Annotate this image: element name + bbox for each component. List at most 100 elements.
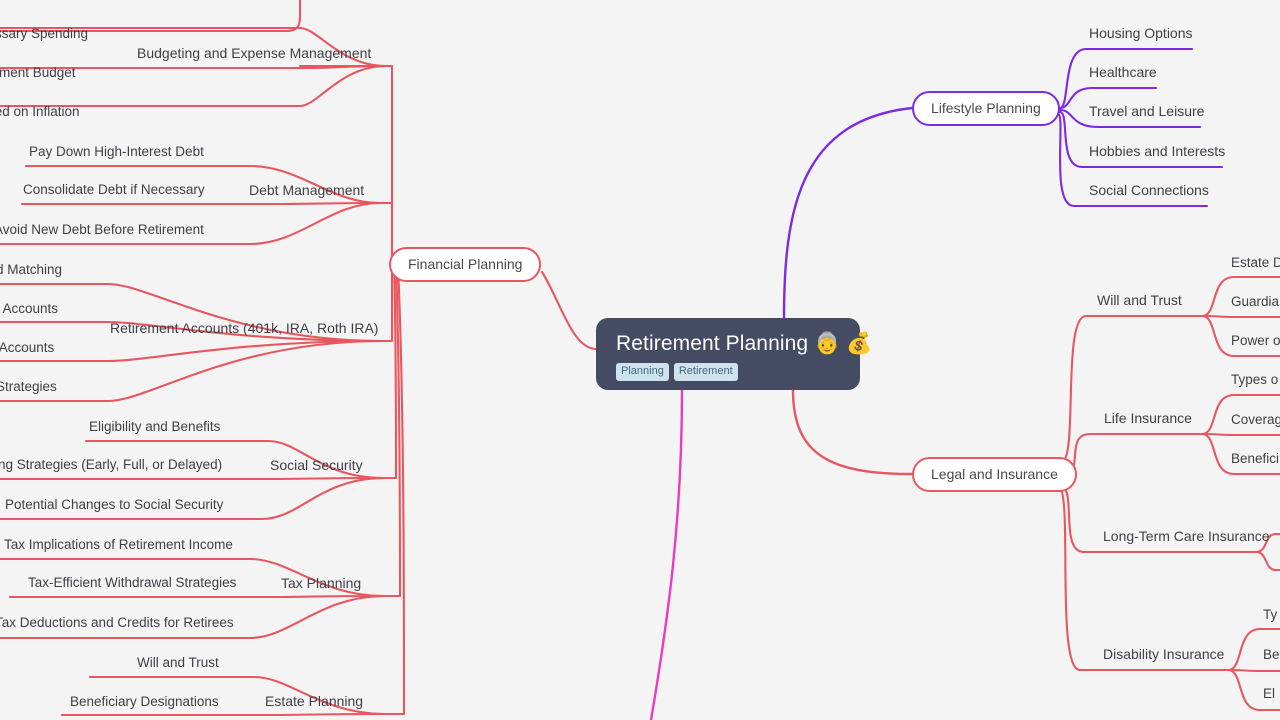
node-disability-child-1[interactable]: Ty xyxy=(1263,606,1277,623)
node-label: Healthcare xyxy=(1089,64,1157,80)
node-socialsec-child-2[interactable]: ling Strategies (Early, Full, or Delayed… xyxy=(0,456,222,473)
link-di-c2 xyxy=(1226,668,1280,673)
node-estate-child-2[interactable]: Beneficiary Designations xyxy=(70,693,219,710)
node-debt-child-3[interactable]: Avoid New Debt Before Retirement xyxy=(0,221,204,238)
link-tax-c2 xyxy=(8,594,386,599)
node-label: Tax-Efficient Withdrawal Strategies xyxy=(28,575,237,590)
node-label: Benefici xyxy=(1231,451,1280,466)
node-budgeting-child-2[interactable]: rement Budget xyxy=(0,64,76,81)
node-healthcare[interactable]: Healthcare xyxy=(1089,64,1157,81)
root-tag-planning[interactable]: Planning xyxy=(616,363,669,381)
node-label: Ty xyxy=(1263,607,1278,622)
node-label: Potential Changes to Social Security xyxy=(5,497,224,512)
branch-label-legal-and-insurance: Legal and Insurance xyxy=(931,466,1058,482)
node-label: Retirement Accounts (401k, IRA, Roth IRA… xyxy=(110,320,379,336)
node-label: Hobbies and Interests xyxy=(1089,143,1226,159)
node-estate-child-1[interactable]: Will and Trust xyxy=(137,654,219,671)
node-retaccts-child-1[interactable]: d Matching xyxy=(0,261,62,278)
link-fp-estate xyxy=(396,264,406,716)
node-retaccts-child-4[interactable]: Strategies xyxy=(0,378,57,395)
node-label: ling Strategies (Early, Full, or Delayed… xyxy=(0,457,223,472)
node-social-connections[interactable]: Social Connections xyxy=(1089,182,1209,199)
link-ra-c4 xyxy=(0,339,386,403)
node-willtrust-child-3[interactable]: Power o xyxy=(1231,332,1280,349)
node-budgeting-child-1[interactable]: ssary Spending xyxy=(0,25,88,42)
link-lifeins-c2 xyxy=(1200,432,1280,437)
node-label: Avoid New Debt Before Retirement xyxy=(0,222,204,237)
mindmap-canvas: Retirement Planning 👵 💰 Planning Retirem… xyxy=(0,0,1280,720)
link-root-legal-insurance xyxy=(791,388,914,476)
node-label: rement Budget xyxy=(0,65,76,80)
node-label: Budgeting and Expense Management xyxy=(137,45,372,61)
node-budgeting-child-3[interactable]: sed on Inflation xyxy=(0,103,80,120)
node-label: sed on Inflation xyxy=(0,104,80,119)
node-label: Will and Trust xyxy=(137,655,219,670)
link-ra-c3 xyxy=(0,339,386,363)
node-label: Tax Deductions and Credits for Retirees xyxy=(0,615,234,630)
link-debt-c2 xyxy=(20,201,382,206)
node-label: Power o xyxy=(1231,333,1280,348)
node-debt-child-1[interactable]: Pay Down High-Interest Debt xyxy=(29,143,204,160)
node-estate-planning[interactable]: Estate Planning xyxy=(265,693,363,710)
link-ss-c2 xyxy=(0,476,386,481)
node-label: t Accounts xyxy=(0,340,55,355)
node-label: d Matching xyxy=(0,262,63,277)
node-housing-options[interactable]: Housing Options xyxy=(1089,25,1193,42)
node-lifeins-child-2[interactable]: Coverag xyxy=(1231,411,1280,428)
node-disability-insurance[interactable]: Disability Insurance xyxy=(1103,646,1224,663)
node-label: Disability Insurance xyxy=(1103,646,1225,662)
node-label: Coverag xyxy=(1231,412,1280,427)
node-label: Guardia xyxy=(1231,294,1280,309)
node-label: Housing Options xyxy=(1089,25,1193,41)
node-label: Will and Trust xyxy=(1097,292,1182,308)
root-node[interactable]: Retirement Planning 👵 💰 Planning Retirem… xyxy=(596,318,872,390)
node-label: ssary Spending xyxy=(0,26,89,41)
node-socialsec-child-3[interactable]: Potential Changes to Social Security xyxy=(5,496,223,513)
node-budgeting-and-expense-management[interactable]: Budgeting and Expense Management xyxy=(137,45,371,62)
node-willtrust-child-2[interactable]: Guardia xyxy=(1231,293,1279,310)
node-retaccts-child-3[interactable]: t Accounts xyxy=(0,339,54,356)
node-disability-child-2[interactable]: Be xyxy=(1263,646,1280,663)
node-social-security[interactable]: Social Security xyxy=(270,457,363,474)
node-socialsec-child-1[interactable]: Eligibility and Benefits xyxy=(89,418,220,435)
node-disability-child-3[interactable]: El xyxy=(1263,685,1275,702)
node-retirement-accounts[interactable]: Retirement Accounts (401k, IRA, Roth IRA… xyxy=(110,320,378,337)
branch-label-lifestyle-planning: Lifestyle Planning xyxy=(931,100,1041,116)
link-li-lifeins xyxy=(1066,432,1204,472)
node-tax-child-1[interactable]: Tax Implications of Retirement Income xyxy=(4,536,233,553)
node-label: Strategies xyxy=(0,379,57,394)
node-label: Be xyxy=(1263,647,1280,662)
node-label: Consolidate Debt if Necessary xyxy=(23,182,205,197)
link-ep-c2 xyxy=(60,712,388,717)
node-tax-planning[interactable]: Tax Planning xyxy=(281,575,361,592)
node-lifeins-child-1[interactable]: Types o xyxy=(1231,371,1278,388)
node-travel-and-leisure[interactable]: Travel and Leisure xyxy=(1089,103,1204,120)
node-long-term-care-insurance[interactable]: Long-Term Care Insurance xyxy=(1103,528,1270,545)
node-debt-management[interactable]: Debt Management xyxy=(249,182,364,199)
root-title: Retirement Planning 👵 💰 xyxy=(616,332,873,355)
node-retaccts-child-2[interactable]: n Accounts xyxy=(0,300,58,317)
branch-node-legal-and-insurance[interactable]: Legal and Insurance xyxy=(912,457,1077,492)
node-tax-child-2[interactable]: Tax-Efficient Withdrawal Strategies xyxy=(28,574,236,591)
node-will-and-trust[interactable]: Will and Trust xyxy=(1097,292,1182,309)
branch-node-financial-planning[interactable]: Financial Planning xyxy=(389,247,542,282)
link-root-financial-planning xyxy=(540,270,598,351)
node-lifeins-child-3[interactable]: Benefici xyxy=(1231,450,1279,467)
node-label: Estate Planning xyxy=(265,693,364,709)
link-root-offscreen-branch xyxy=(649,388,684,720)
node-willtrust-child-1[interactable]: Estate D xyxy=(1231,254,1280,271)
node-label: El xyxy=(1263,686,1276,701)
link-ltc-c2 xyxy=(1254,550,1280,572)
link-fp-socialsec xyxy=(392,264,398,480)
branch-label-financial-planning: Financial Planning xyxy=(408,256,523,272)
node-label: Long-Term Care Insurance xyxy=(1103,528,1270,544)
node-debt-child-2[interactable]: Consolidate Debt if Necessary xyxy=(23,181,205,198)
root-tag-retirement[interactable]: Retirement xyxy=(673,363,738,381)
node-tax-child-3[interactable]: Tax Deductions and Credits for Retirees xyxy=(0,614,234,631)
branch-node-lifestyle-planning[interactable]: Lifestyle Planning xyxy=(912,91,1060,126)
node-label: Pay Down High-Interest Debt xyxy=(29,144,204,159)
node-label: n Accounts xyxy=(0,301,59,316)
node-life-insurance[interactable]: Life Insurance xyxy=(1104,410,1192,427)
node-hobbies-and-interests[interactable]: Hobbies and Interests xyxy=(1089,143,1225,160)
node-label: Tax Implications of Retirement Income xyxy=(4,537,233,552)
